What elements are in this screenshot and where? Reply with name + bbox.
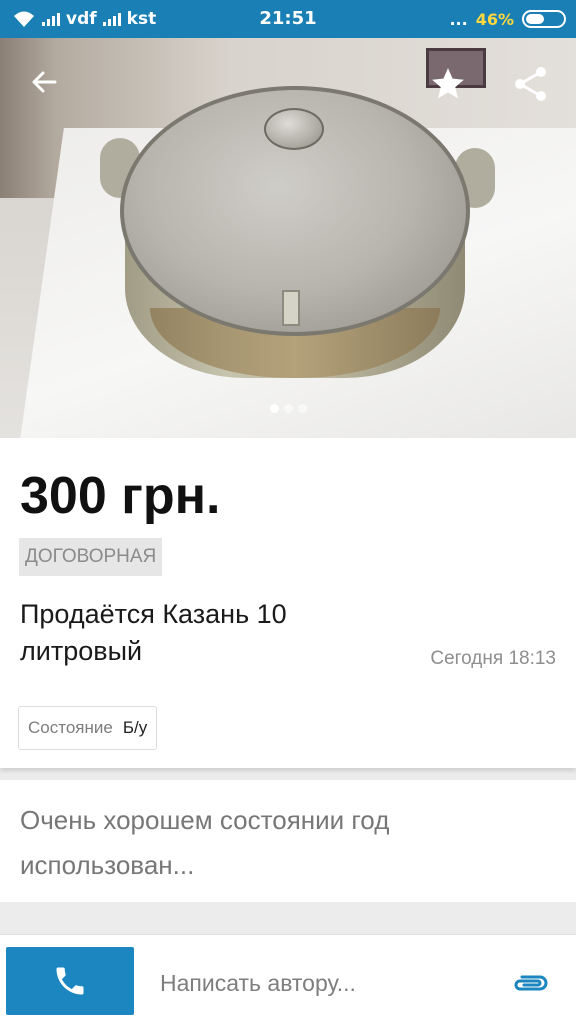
negotiable-badge: ДОГОВОРНАЯ (19, 538, 163, 576)
attach-button[interactable] (508, 963, 554, 1003)
status-right: ... 46% (449, 0, 566, 38)
pager-dot-active[interactable] (269, 404, 279, 413)
condition-chip: Состояние Б/у (18, 706, 158, 750)
paperclip-icon (514, 975, 548, 991)
battery-percent: 46% (475, 9, 514, 29)
back-button[interactable] (16, 54, 72, 110)
phone-icon (56, 967, 84, 995)
pot-lid-knob (264, 108, 324, 150)
bottom-action-bar (0, 934, 576, 1024)
pager-dot[interactable] (297, 404, 307, 413)
more-dots: ... (449, 9, 468, 29)
listing-title: Продаётся Казань 10 литровый (20, 599, 287, 666)
share-button[interactable] (503, 56, 559, 112)
back-arrow-icon (32, 71, 57, 93)
pot-latch (282, 290, 300, 326)
call-button[interactable] (6, 947, 134, 1015)
battery-icon (522, 10, 566, 28)
message-author-input[interactable] (160, 965, 490, 1001)
listing-price: 300 грн. (20, 467, 221, 525)
share-icon (515, 67, 546, 101)
condition-label: Состояние (28, 718, 113, 737)
condition-value: Б/у (122, 718, 148, 737)
favorite-button[interactable] (420, 56, 476, 112)
status-bar: vdf kst 21:51 ... 46% (0, 0, 576, 38)
photo-gallery[interactable] (0, 38, 576, 438)
pager-dot[interactable] (283, 404, 293, 413)
description-text: Очень хорошем состоянии год использован.… (20, 805, 390, 880)
description-card[interactable]: Очень хорошем состоянии год использован.… (0, 780, 576, 902)
listing-details-card: 300 грн. ДОГОВОРНАЯ Продаётся Казань 10 … (0, 438, 576, 768)
star-icon (432, 68, 464, 99)
listing-date: Сегодня 18:13 (430, 648, 556, 669)
photo-pager (0, 404, 576, 413)
